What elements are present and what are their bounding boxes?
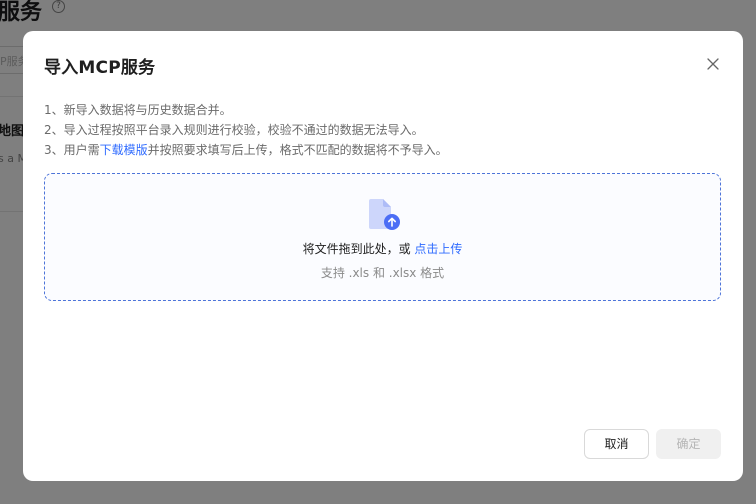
- dialog-title: 导入MCP服务: [44, 58, 156, 78]
- file-upload-icon: [369, 199, 400, 230]
- note-line-3-prefix: 3、用户需: [44, 143, 100, 157]
- confirm-button[interactable]: 确定: [656, 429, 721, 459]
- dropzone-text: 将文件拖到此处，或 点击上传: [45, 240, 720, 257]
- note-line-1: 1、新导入数据将与历史数据合并。: [44, 103, 232, 117]
- import-notes: 1、新导入数据将与历史数据合并。 2、导入过程按照平台录入规则进行校验，校验不通…: [44, 100, 448, 160]
- dropzone-hint: 支持 .xls 和 .xlsx 格式: [320, 266, 445, 280]
- import-mcp-dialog: 导入MCP服务 1、新导入数据将与历史数据合并。 2、导入过程按照平台录入规则进…: [23, 31, 743, 481]
- note-line-3-suffix: 并按照要求填写后上传，格式不匹配的数据将不予导入。: [147, 143, 448, 157]
- close-icon: [707, 58, 719, 70]
- note-line-3: 3、用户需下载模版并按照要求填写后上传，格式不匹配的数据将不予导入。: [44, 140, 448, 160]
- cancel-button[interactable]: 取消: [584, 429, 649, 459]
- dropzone-text-prefix: 将文件拖到此处，或: [302, 242, 415, 256]
- close-button[interactable]: [703, 54, 723, 74]
- file-dropzone[interactable]: 将文件拖到此处，或 点击上传 支持 .xls 和 .xlsx 格式: [44, 173, 721, 301]
- note-line-2: 2、导入过程按照平台录入规则进行校验，校验不通过的数据无法导入。: [44, 123, 424, 137]
- download-template-link[interactable]: 下载模版: [100, 143, 148, 157]
- click-upload-link[interactable]: 点击上传: [414, 242, 462, 256]
